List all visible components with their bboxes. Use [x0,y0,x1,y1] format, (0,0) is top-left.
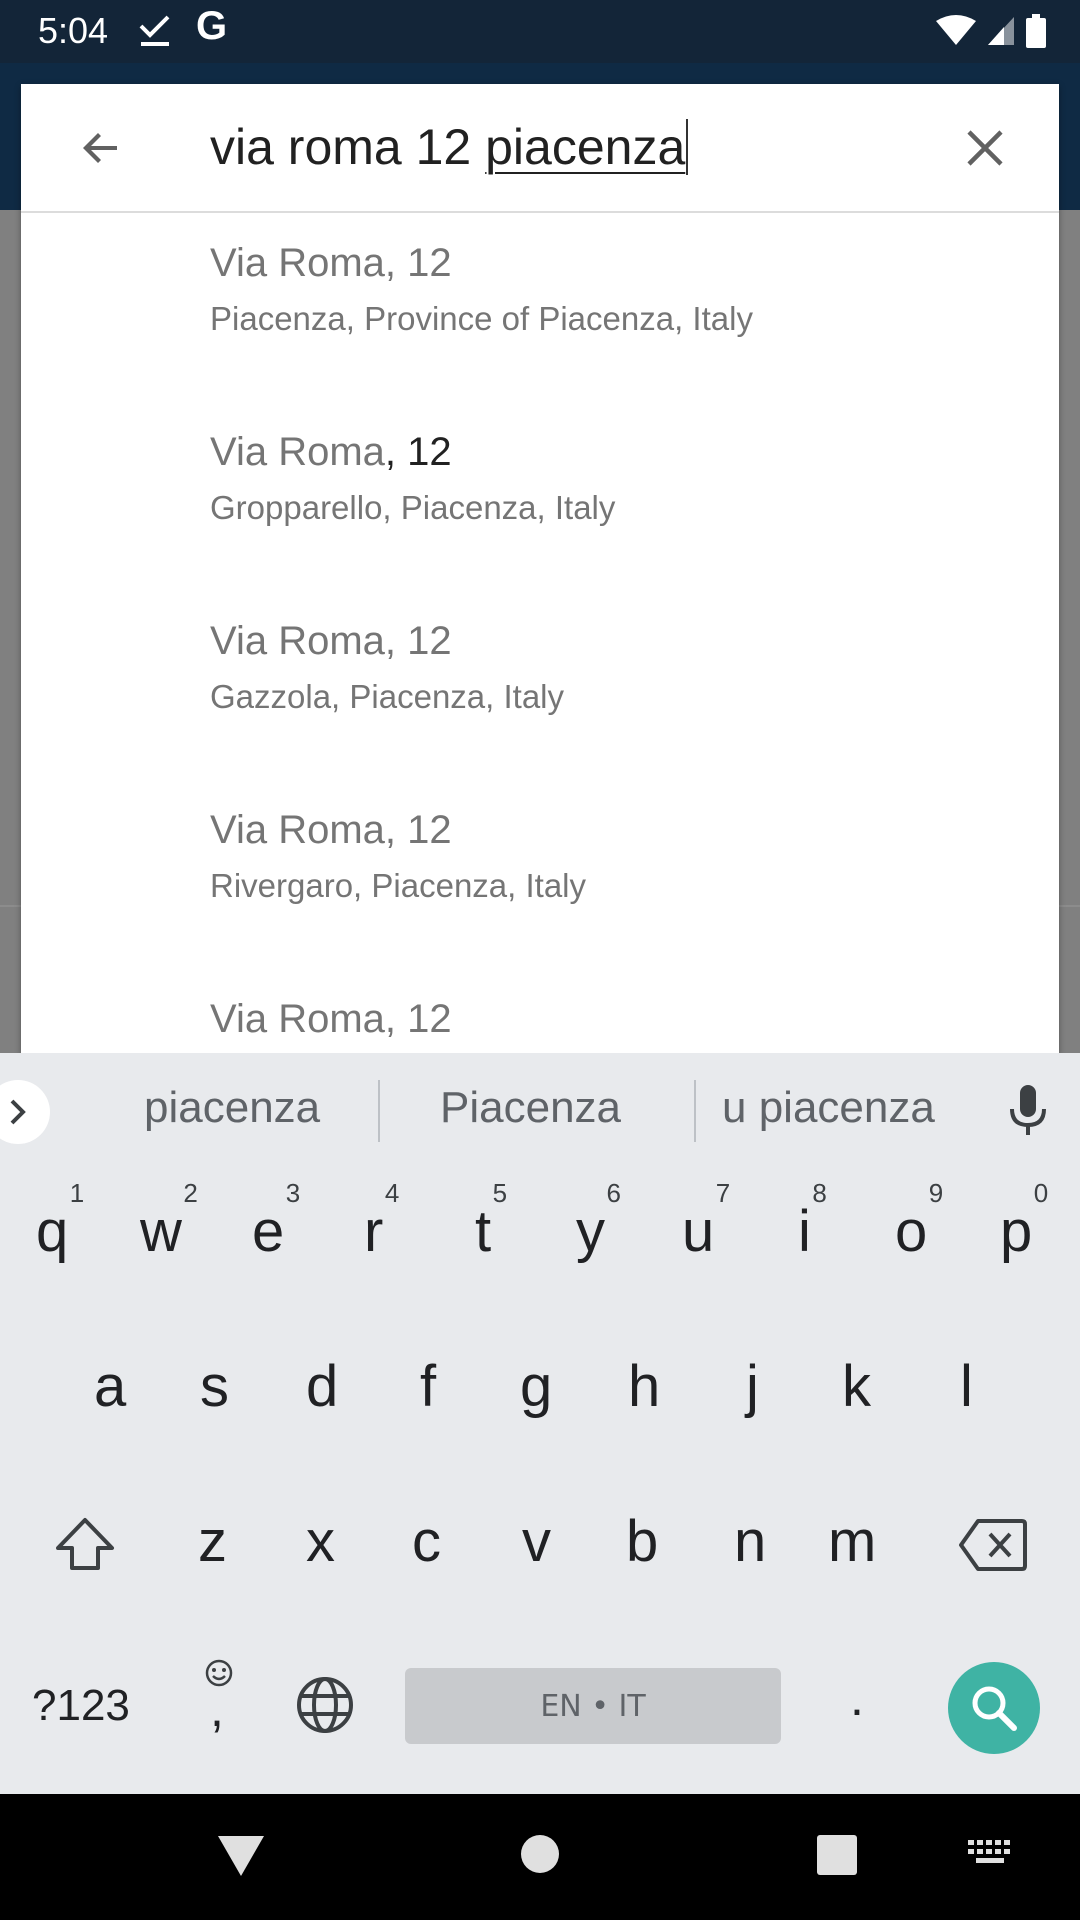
suggestion-strip: piacenza Piacenza u piacenza [0,1053,1080,1168]
search-icon [972,1686,1017,1731]
home-nav-icon[interactable] [520,1834,560,1878]
key-b[interactable]: b [626,1508,658,1575]
result-item[interactable]: Via Roma, 12 Gazzola, Piacenza, Italy [21,591,1059,780]
shift-icon [56,1518,114,1570]
result-subtitle: Rivergaro, Piacenza, Italy [210,867,587,904]
key-n[interactable]: n [734,1508,766,1575]
suggestion-divider [378,1080,380,1142]
result-title: Via Roma, 12 [210,997,452,1041]
key-z[interactable]: z [198,1508,227,1575]
search-action-key[interactable] [948,1662,1040,1754]
key-i[interactable]: i8 [798,1178,827,1265]
text-cursor [686,119,689,175]
status-bar: 5:04 G [0,0,1080,63]
status-time: 5:04 [38,10,109,51]
key-u[interactable]: u7 [682,1178,730,1265]
navigation-bar [0,1794,1080,1920]
key-e[interactable]: e3 [252,1178,300,1265]
search-query-composing: piacenza [485,119,686,175]
result-subtitle: Piacenza, Province of Piacenza, Italy [210,300,753,337]
key-v[interactable]: v [522,1508,551,1575]
suggestion-1[interactable]: piacenza [144,1083,320,1133]
backspace-icon [959,1519,1027,1571]
result-title: Via Roma, 12 [210,808,452,852]
status-icons [936,14,1046,52]
close-icon [967,130,1003,166]
wifi-icon [936,15,976,51]
suggestion-3[interactable]: u piacenza [722,1083,935,1133]
key-o[interactable]: o9 [895,1178,943,1265]
backspace-key[interactable] [958,1518,1028,1586]
key-r[interactable]: r4 [364,1178,399,1265]
key-p[interactable]: p0 [1000,1178,1048,1265]
expand-toolbar-button[interactable] [0,1080,50,1144]
key-q[interactable]: q1 [36,1178,84,1265]
search-panel: via roma 12 piacenza Via Roma, 12 Piacen… [21,84,1059,1054]
result-subtitle: Gropparello, Piacenza, Italy [210,489,616,526]
key-d[interactable]: d [306,1353,338,1420]
key-k[interactable]: k [842,1353,871,1420]
results-list: Via Roma, 12 Piacenza, Province of Piace… [21,213,1059,1158]
key-g[interactable]: g [520,1353,552,1420]
space-key[interactable]: EN • IT [405,1668,781,1744]
keyboard: piacenza Piacenza u piacenza q1 w2 e3 r4… [0,1053,1080,1794]
key-y[interactable]: y6 [576,1178,621,1265]
key-l[interactable]: l [960,1353,973,1420]
arrow-back-icon [83,133,117,163]
search-input[interactable]: via roma 12 piacenza [210,112,910,182]
result-item[interactable]: Via Roma, 12 Piacenza, Province of Piace… [21,213,1059,402]
keyboard-switch-icon[interactable] [968,1840,1012,1874]
clear-button[interactable] [951,114,1019,182]
mic-icon[interactable] [1002,1083,1054,1143]
chevron-right-icon [10,1099,26,1125]
language-key[interactable] [296,1676,354,1748]
key-f[interactable]: f [420,1353,436,1420]
result-subtitle: Gazzola, Piacenza, Italy [210,678,565,715]
google-icon: G [196,4,228,48]
key-s[interactable]: s [200,1353,229,1420]
key-w[interactable]: w2 [140,1178,198,1265]
suggestion-2[interactable]: Piacenza [440,1083,621,1133]
back-button[interactable] [67,114,135,182]
signal-icon [986,15,1016,51]
shift-key[interactable] [54,1516,116,1586]
result-title: Via Roma, 12 [210,430,452,474]
symbols-key[interactable]: ?123 [32,1681,130,1731]
download-done-icon [138,12,172,52]
key-h[interactable]: h [628,1353,660,1420]
result-title: Via Roma, 12 [210,619,452,663]
key-j[interactable]: j [746,1353,759,1420]
key-m[interactable]: m [828,1508,876,1575]
back-nav-icon[interactable] [216,1834,266,1882]
search-query-text: via roma 12 [210,119,486,175]
key-x[interactable]: x [306,1508,335,1575]
result-item[interactable]: Via Roma, 12 Rivergaro, Piacenza, Italy [21,780,1059,969]
battery-icon [1026,14,1046,52]
result-title: Via Roma, 12 [210,241,452,285]
globe-icon [297,1677,353,1733]
key-a[interactable]: a [94,1353,126,1420]
key-t[interactable]: t5 [475,1178,507,1265]
search-bar: via roma 12 piacenza [21,84,1059,213]
result-item[interactable]: Via Roma, 12 Gropparello, Piacenza, Ital… [21,402,1059,591]
space-key-label: EN • IT [540,1688,646,1724]
key-c[interactable]: c [412,1508,441,1575]
recents-nav-icon[interactable] [816,1834,858,1880]
period-key[interactable]: . [850,1669,864,1727]
suggestion-divider [694,1080,696,1142]
